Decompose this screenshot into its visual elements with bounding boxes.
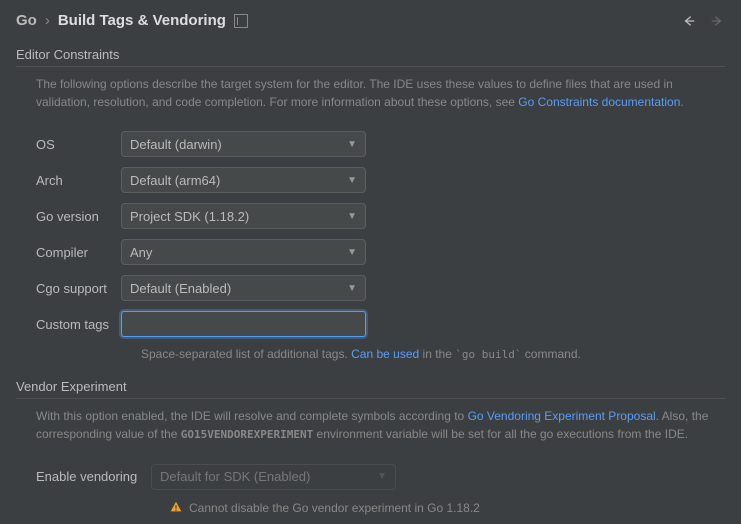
compiler-select-value: Any xyxy=(130,245,152,260)
os-select[interactable]: Default (darwin) ▼ xyxy=(121,131,366,157)
arch-select-value: Default (arm64) xyxy=(130,173,220,188)
go-version-select-value: Project SDK (1.18.2) xyxy=(130,209,249,224)
compiler-select[interactable]: Any ▼ xyxy=(121,239,366,265)
breadcrumb-separator: › xyxy=(45,12,50,29)
enable-vendoring-select: Default for SDK (Enabled) ▼ xyxy=(151,464,396,490)
enable-vendoring-label: Enable vendoring xyxy=(16,469,151,484)
breadcrumb-current: Build Tags & Vendoring xyxy=(58,12,226,29)
cgo-support-label: Cgo support xyxy=(16,281,121,296)
constraints-doc-link[interactable]: Go Constraints documentation xyxy=(518,95,680,109)
sidebar-layout-icon[interactable] xyxy=(234,14,248,28)
compiler-label: Compiler xyxy=(16,245,121,260)
vendoring-warning-text: Cannot disable the Go vendor experiment … xyxy=(189,501,480,515)
vendor-experiment-description: With this option enabled, the IDE will r… xyxy=(16,407,725,444)
cgo-support-select-value: Default (Enabled) xyxy=(130,281,231,296)
chevron-down-icon: ▼ xyxy=(347,283,357,294)
cgo-support-select[interactable]: Default (Enabled) ▼ xyxy=(121,275,366,301)
go-version-select[interactable]: Project SDK (1.18.2) ▼ xyxy=(121,203,366,229)
enable-vendoring-value: Default for SDK (Enabled) xyxy=(160,469,310,484)
os-label: OS xyxy=(16,137,121,152)
vendor-experiment-title: Vendor Experiment xyxy=(16,379,725,399)
arch-select[interactable]: Default (arm64) ▼ xyxy=(121,167,366,193)
chevron-down-icon: ▼ xyxy=(347,211,357,222)
custom-tags-label: Custom tags xyxy=(16,317,121,332)
vendoring-proposal-link[interactable]: Go Vendoring Experiment Proposal xyxy=(468,409,656,423)
nav-forward-icon xyxy=(709,13,725,29)
custom-tags-input[interactable] xyxy=(121,311,366,337)
warning-icon xyxy=(169,500,183,517)
breadcrumb: Go › Build Tags & Vendoring xyxy=(16,12,248,29)
chevron-down-icon: ▼ xyxy=(377,471,387,482)
editor-constraints-description: The following options describe the targe… xyxy=(16,75,725,111)
nav-back-icon[interactable] xyxy=(681,13,697,29)
os-select-value: Default (darwin) xyxy=(130,137,222,152)
editor-constraints-title: Editor Constraints xyxy=(16,47,725,67)
arch-label: Arch xyxy=(16,173,121,188)
go-version-label: Go version xyxy=(16,209,121,224)
chevron-down-icon: ▼ xyxy=(347,247,357,258)
can-be-used-link[interactable]: Can be used xyxy=(351,347,419,361)
chevron-down-icon: ▼ xyxy=(347,139,357,150)
custom-tags-helper: Space-separated list of additional tags.… xyxy=(16,347,725,361)
breadcrumb-root[interactable]: Go xyxy=(16,12,37,29)
chevron-down-icon: ▼ xyxy=(347,175,357,186)
